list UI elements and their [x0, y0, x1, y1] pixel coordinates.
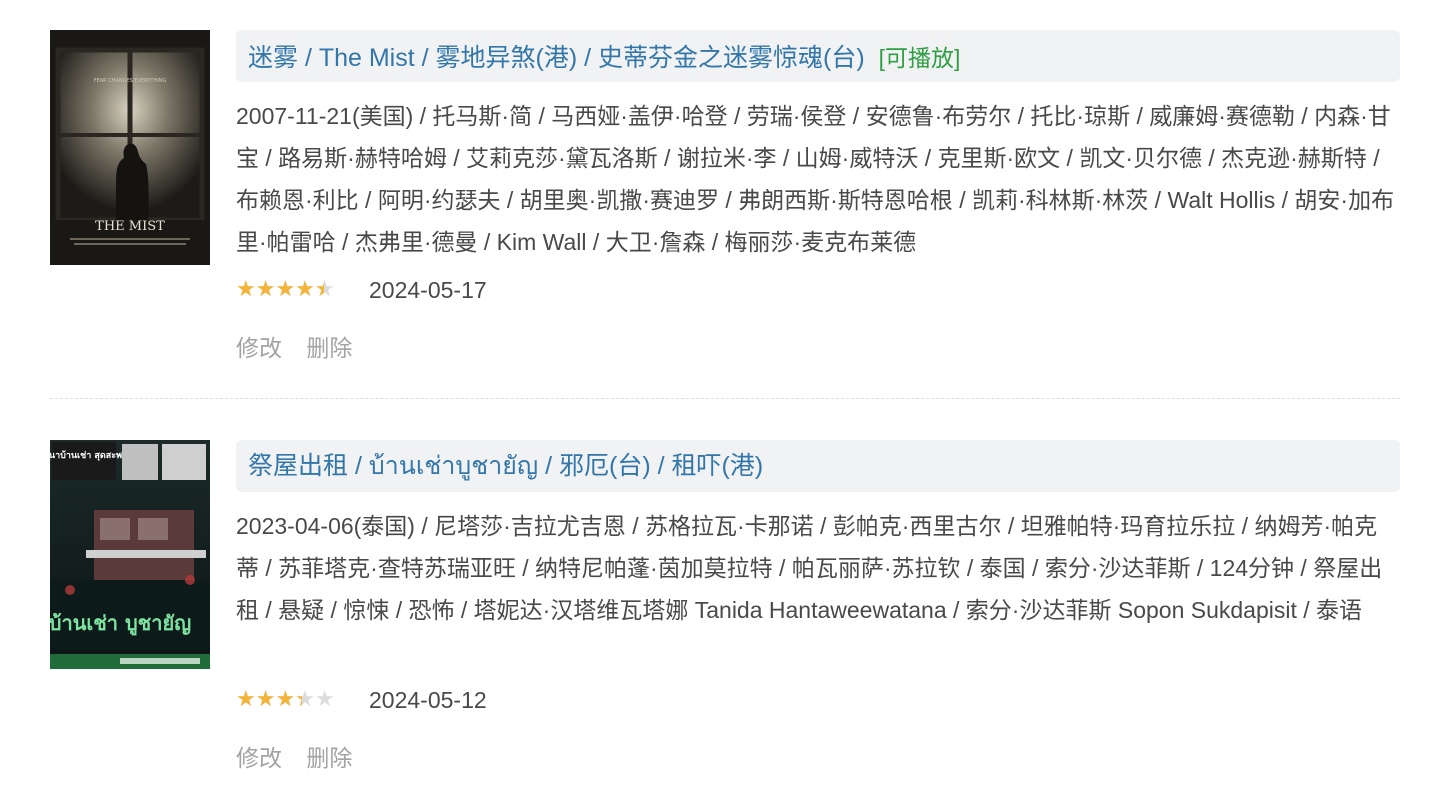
movie-title-link[interactable]: 迷雾 / The Mist / 雾地异煞(港) / 史蒂芬金之迷雾惊魂(台): [248, 38, 865, 74]
rating-row: ★★★★★ ★★★★★ 2024-05-17: [236, 275, 1400, 305]
star-filled-icons: ★★★★★: [236, 279, 324, 301]
poster-title-text: บ้านเช่า บูชายัญ: [50, 611, 191, 637]
poster-title-text: THE MIST: [95, 219, 165, 234]
title-bar: 祭屋出租 / บ้านเช่าบูชายัญ / 邪厄(台) / 租吓(港): [236, 440, 1400, 492]
rating-stars: ★★★★★ ★★★★★: [236, 689, 346, 711]
item-actions: 修改 删除: [236, 329, 1400, 363]
collection-list: THE MIST FEAR CHANGES EVERYTHING 迷雾 / Th…: [0, 0, 1454, 798]
title-bar: 迷雾 / The Mist / 雾地异煞(港) / 史蒂芬金之迷雾惊魂(台) […: [236, 30, 1400, 82]
poster-baan-chao: ปริศนาบ้านเช่า สุดสะพรึง! บ้านเช่า บูชาย…: [50, 440, 210, 669]
movie-intro: 2007-11-21(美国) / 托马斯·简 / 马西娅·盖伊·哈登 / 劳瑞·…: [236, 103, 1395, 255]
mark-date: 2024-05-12: [369, 686, 487, 713]
edit-button[interactable]: 修改: [236, 335, 282, 361]
poster-tagline: FEAR CHANGES EVERYTHING: [94, 78, 167, 84]
rating-stars: ★★★★★ ★★★★★: [236, 279, 346, 301]
edit-button[interactable]: 修改: [236, 745, 282, 771]
movie-title-link[interactable]: 祭屋出租 / บ้านเช่าบูชายัญ / 邪厄(台) / 租吓(港): [248, 446, 763, 486]
poster-the-mist: THE MIST FEAR CHANGES EVERYTHING: [50, 30, 210, 265]
item-content: 祭屋出租 / บ้านเช่าบูชายัญ / 邪厄(台) / 租吓(港) 2…: [236, 440, 1400, 773]
movie-intro: 2023-04-06(泰国) / 尼塔莎·吉拉尤吉恩 / 苏格拉瓦·卡那诺 / …: [236, 513, 1383, 623]
poster-image[interactable]: THE MIST FEAR CHANGES EVERYTHING: [50, 30, 210, 265]
poster-image[interactable]: ปริศนาบ้านเช่า สุดสะพรึง! บ้านเช่า บูชาย…: [50, 440, 210, 669]
delete-button[interactable]: 删除: [306, 335, 352, 361]
mark-date: 2024-05-17: [369, 276, 487, 303]
playable-badge[interactable]: [可播放]: [879, 39, 961, 73]
star-filled-icons: ★★★★★: [236, 689, 302, 711]
item-actions: 修改 删除: [236, 739, 1400, 773]
rating-row: ★★★★★ ★★★★★ 2024-05-12: [236, 685, 1400, 715]
item-divider: [50, 398, 1400, 399]
item-content: 迷雾 / The Mist / 雾地异煞(港) / 史蒂芬金之迷雾惊魂(台) […: [236, 30, 1400, 363]
delete-button[interactable]: 删除: [306, 745, 352, 771]
